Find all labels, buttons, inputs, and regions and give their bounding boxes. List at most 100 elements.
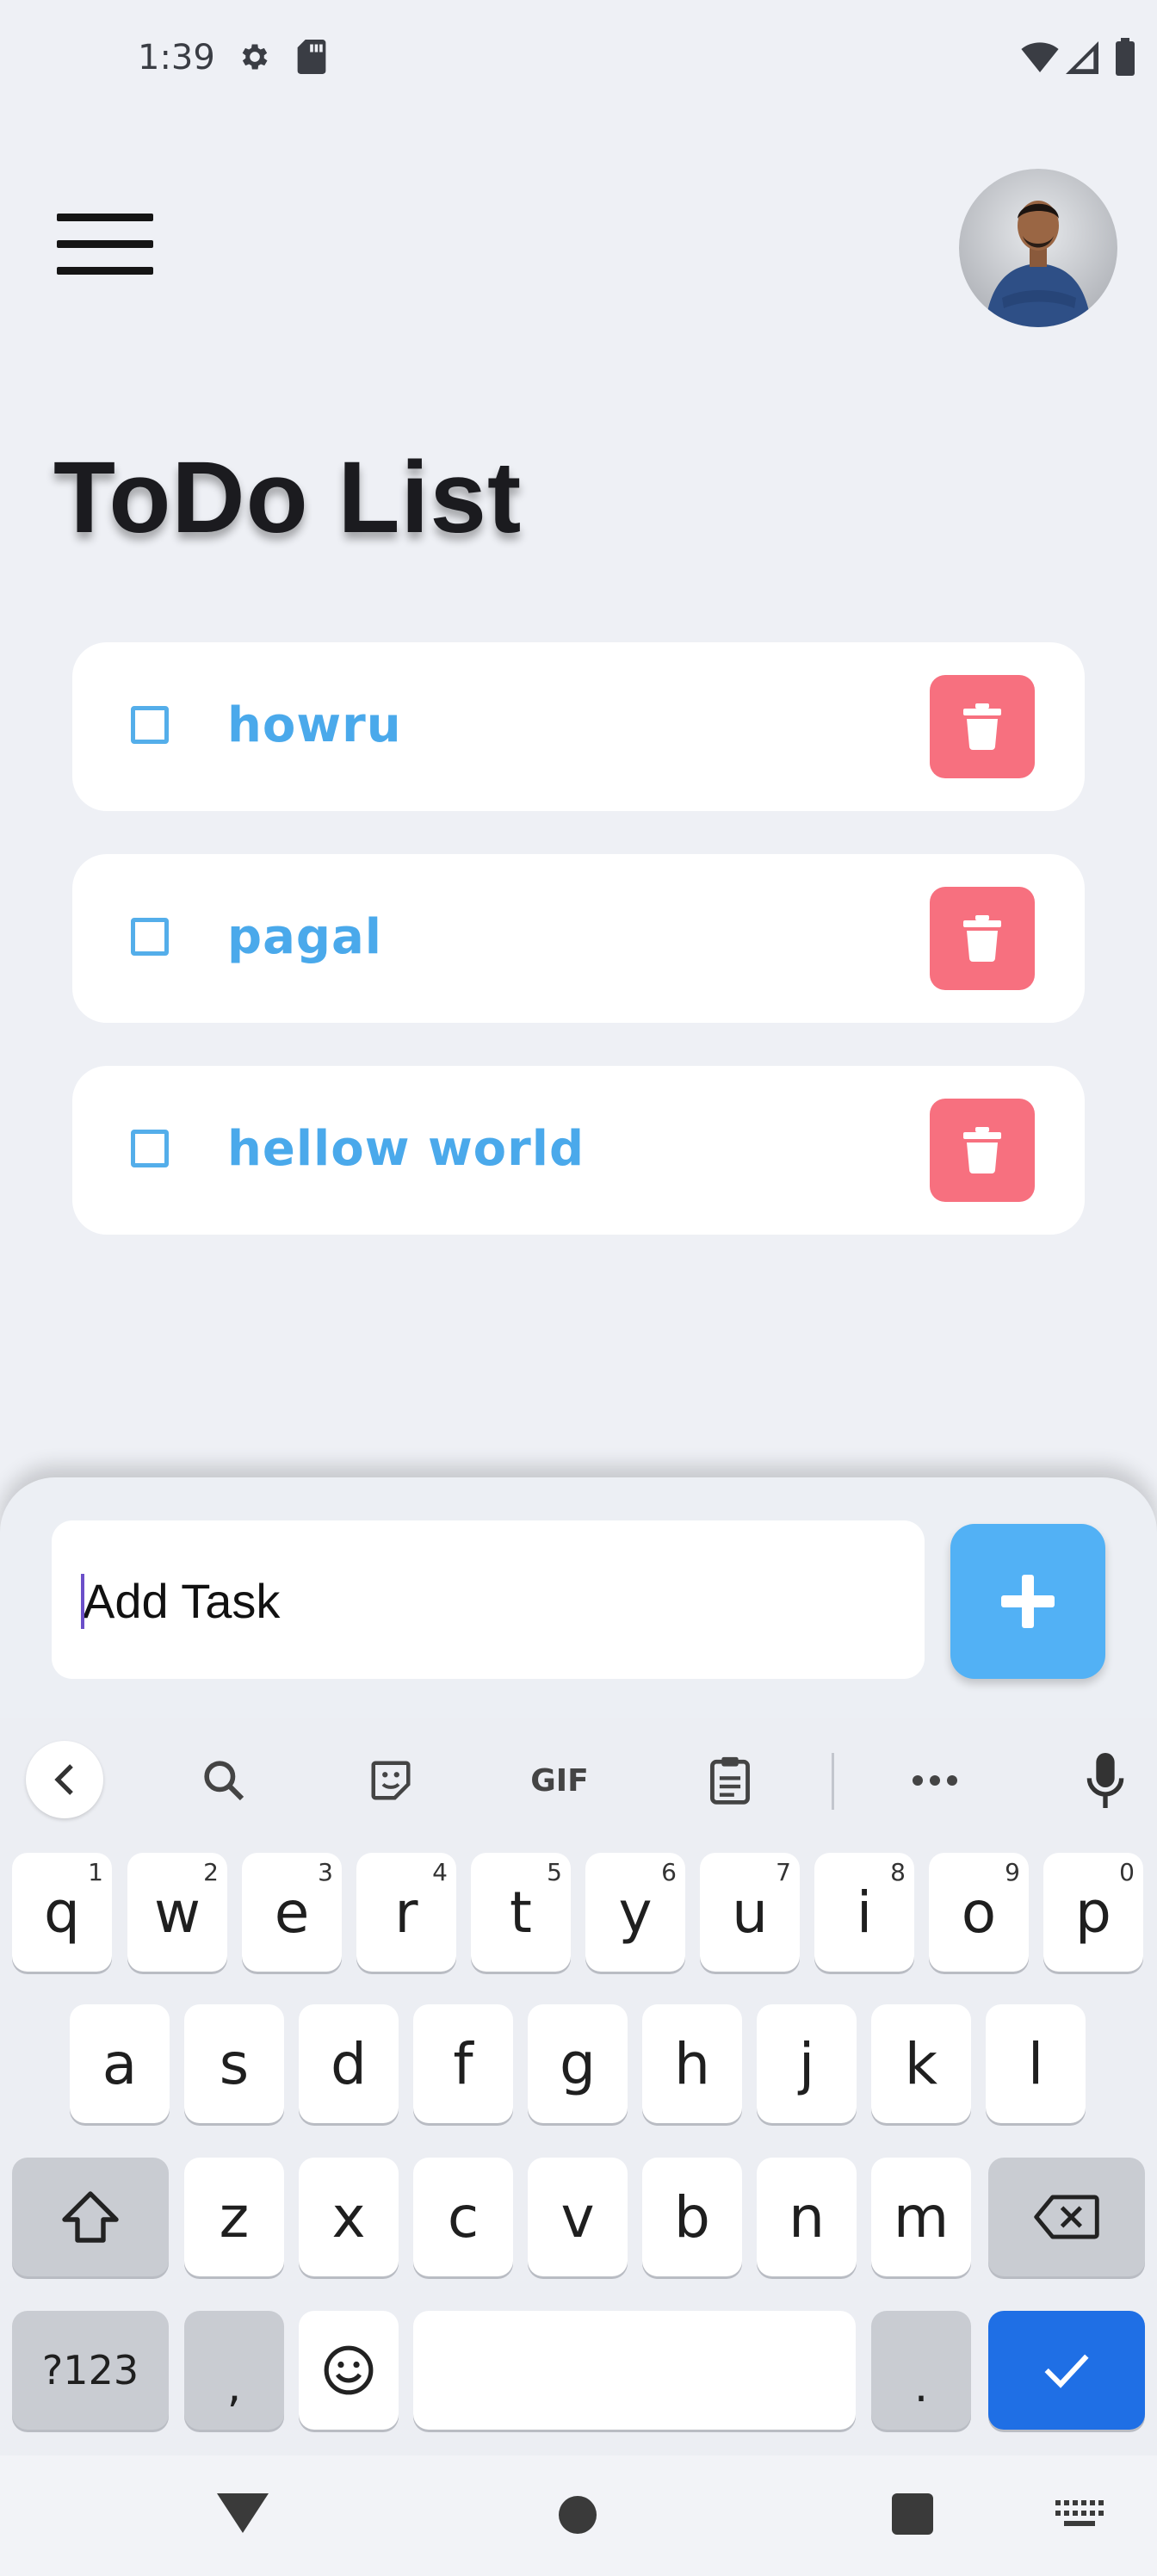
shift-key[interactable] — [12, 2158, 169, 2276]
key-label: h — [674, 2030, 710, 2097]
add-task-button[interactable] — [950, 1524, 1105, 1679]
key-v[interactable]: v — [528, 2158, 628, 2276]
key-l[interactable]: l — [986, 2004, 1086, 2123]
keyboard-search-button[interactable] — [189, 1749, 258, 1811]
key-y[interactable]: y6 — [585, 1853, 685, 1972]
key-hint: 6 — [661, 1858, 677, 1886]
hamburger-line — [57, 240, 153, 248]
key-g[interactable]: g — [528, 2004, 628, 2123]
key-r[interactable]: r4 — [356, 1853, 456, 1972]
key-h[interactable]: h — [642, 2004, 742, 2123]
key-b[interactable]: b — [642, 2158, 742, 2276]
delete-todo-button[interactable] — [930, 675, 1035, 778]
hamburger-line — [57, 214, 153, 221]
period-key[interactable]: . — [871, 2311, 971, 2430]
key-label: m — [893, 2183, 950, 2251]
key-hint: 3 — [318, 1858, 333, 1886]
key-label: n — [789, 2183, 825, 2251]
todo-checkbox[interactable] — [131, 1130, 169, 1167]
chevron-left-icon — [54, 1764, 73, 1795]
trash-icon — [963, 915, 1001, 962]
key-z[interactable]: z — [184, 2158, 284, 2276]
delete-todo-button[interactable] — [930, 887, 1035, 990]
todo-checkbox[interactable] — [131, 918, 169, 956]
square-recents-icon — [892, 2493, 933, 2535]
delete-todo-button[interactable] — [930, 1099, 1035, 1202]
battery-icon — [1116, 38, 1135, 80]
key-i[interactable]: i8 — [814, 1853, 914, 1972]
shift-arrow-icon — [62, 2191, 119, 2243]
menu-hamburger-button[interactable] — [52, 207, 158, 284]
nav-recents-button[interactable] — [892, 2493, 933, 2535]
key-k[interactable]: k — [871, 2004, 971, 2123]
sd-card-icon — [296, 40, 327, 78]
key-label: ?123 — [41, 2347, 139, 2393]
key-m[interactable]: m — [871, 2158, 971, 2276]
key-hint: 5 — [547, 1858, 562, 1886]
system-navigation-bar — [0, 2455, 1157, 2576]
keyboard-sticker-button[interactable] — [356, 1749, 425, 1811]
todo-checkbox[interactable] — [131, 706, 169, 744]
key-label: r — [394, 1879, 418, 1946]
key-label: g — [560, 2030, 596, 2097]
nav-home-button[interactable] — [558, 2495, 597, 2535]
user-avatar[interactable] — [959, 169, 1117, 327]
keyboard-collapse-button[interactable] — [26, 1741, 103, 1818]
settings-gear-icon — [238, 40, 272, 78]
key-label: t — [510, 1879, 532, 1946]
search-icon — [204, 1761, 244, 1801]
keyboard-icon — [1055, 2500, 1104, 2526]
cellular-signal-icon — [1066, 41, 1098, 78]
done-key[interactable] — [988, 2311, 1145, 2430]
key-c[interactable]: c — [413, 2158, 513, 2276]
gif-label: GIF — [530, 1762, 589, 1799]
keyboard-more-button[interactable] — [900, 1749, 969, 1811]
key-p[interactable]: p0 — [1043, 1853, 1143, 1972]
symbols-key[interactable]: ?123 — [12, 2311, 169, 2430]
key-label: u — [732, 1879, 768, 1946]
key-f[interactable]: f — [413, 2004, 513, 2123]
key-label: i — [856, 1879, 873, 1946]
key-o[interactable]: o9 — [929, 1853, 1029, 1972]
emoji-key[interactable] — [299, 2311, 399, 2430]
key-j[interactable]: j — [757, 2004, 857, 2123]
todo-label[interactable]: pagal — [227, 909, 382, 965]
key-hint: 0 — [1119, 1858, 1135, 1886]
checkmark-icon — [1044, 2354, 1089, 2388]
clipboard-icon — [710, 1756, 750, 1805]
key-t[interactable]: t5 — [471, 1853, 571, 1972]
key-label: o — [961, 1879, 997, 1946]
circle-home-icon — [559, 2496, 597, 2534]
key-label: f — [453, 2030, 473, 2097]
key-e[interactable]: e3 — [242, 1853, 342, 1972]
keyboard-clipboard-button[interactable] — [696, 1749, 764, 1811]
space-key[interactable] — [413, 2311, 856, 2430]
text-caret — [81, 1574, 84, 1629]
key-hint: 2 — [203, 1858, 219, 1886]
key-hint: 1 — [88, 1858, 103, 1886]
key-u[interactable]: u7 — [700, 1853, 800, 1972]
status-bar: 1:39 — [0, 0, 1157, 112]
keyboard-gif-button[interactable]: GIF — [517, 1749, 603, 1811]
key-label: v — [560, 2183, 595, 2251]
key-hint: 9 — [1005, 1858, 1020, 1886]
todo-item: howru — [72, 642, 1085, 811]
keyboard-voice-button[interactable] — [1071, 1744, 1140, 1817]
comma-key[interactable]: , — [184, 2311, 284, 2430]
todo-label[interactable]: hellow world — [227, 1121, 585, 1177]
backspace-key[interactable] — [988, 2158, 1145, 2276]
key-x[interactable]: x — [299, 2158, 399, 2276]
todo-label[interactable]: howru — [227, 697, 402, 753]
key-label: b — [674, 2183, 710, 2251]
sticker-icon — [371, 1761, 411, 1800]
hamburger-line — [57, 267, 153, 275]
keyboard-switcher-button[interactable] — [1055, 2500, 1104, 2531]
key-d[interactable]: d — [299, 2004, 399, 2123]
key-q[interactable]: q1 — [12, 1853, 112, 1972]
key-w[interactable]: w2 — [127, 1853, 227, 1972]
nav-back-button[interactable] — [217, 2493, 269, 2536]
key-s[interactable]: s — [184, 2004, 284, 2123]
add-task-input[interactable] — [81, 1520, 911, 1681]
key-n[interactable]: n — [757, 2158, 857, 2276]
key-a[interactable]: a — [70, 2004, 170, 2123]
